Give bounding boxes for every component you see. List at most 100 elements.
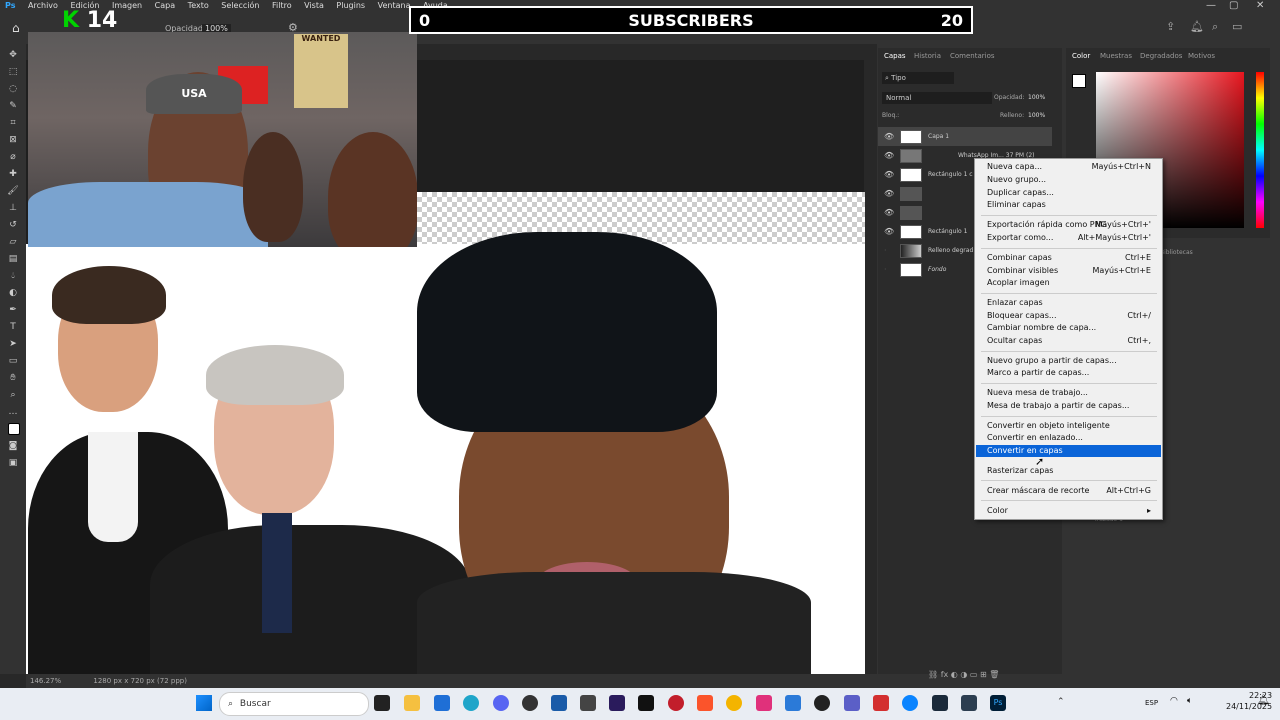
tab-historia[interactable]: Historia — [914, 52, 941, 60]
menu-archivo[interactable]: Archivo — [23, 0, 63, 12]
box-app-icon[interactable] — [785, 695, 801, 711]
file-explorer-icon[interactable] — [404, 695, 420, 711]
monitor-app-icon[interactable] — [551, 695, 567, 711]
volume-icon[interactable]: 🔈︎ — [1187, 696, 1192, 706]
path-select-tool-icon[interactable]: ➤ — [6, 338, 20, 350]
blur-tool-icon[interactable]: 💧︎ — [6, 270, 20, 282]
eye-icon[interactable]: 👁︎ — [884, 222, 894, 241]
menu-item[interactable]: Nueva mesa de trabajo... — [976, 387, 1161, 399]
healing-tool-icon[interactable]: ✚ — [6, 168, 20, 180]
dodge-tool-icon[interactable]: ◐ — [6, 287, 20, 299]
gamepad-icon[interactable] — [814, 695, 830, 711]
menu-item[interactable]: Rasterizar capas — [976, 465, 1161, 477]
hue-slider[interactable] — [1256, 72, 1264, 228]
menu-item[interactable]: Eliminar capas — [976, 199, 1161, 211]
menu-item[interactable]: Nuevo grupo a partir de capas... — [976, 355, 1161, 367]
layer-row[interactable]: 👁︎ Capa 1 — [878, 127, 1052, 146]
discord-icon[interactable] — [493, 695, 509, 711]
menu-item[interactable]: Crear máscara de recorte Alt+Ctrl+G — [976, 485, 1161, 497]
tab-color[interactable]: Color — [1072, 52, 1090, 60]
fill-input[interactable]: 100% — [1028, 112, 1045, 119]
eye-icon[interactable]: 👁︎ — [884, 165, 894, 184]
quick-mask-icon[interactable]: ◙ — [6, 440, 20, 452]
eye-icon[interactable]: 👁︎ — [884, 203, 894, 222]
layer-filter[interactable]: ⌕ Tipo — [882, 72, 954, 84]
stamp-tool-icon[interactable]: ⊥ — [6, 202, 20, 214]
bell-icon[interactable]: 🔔︎ — [1190, 20, 1204, 33]
menu-item[interactable]: Duplicar capas... — [976, 187, 1161, 199]
notification-icon[interactable]: 🔔︎ — [1257, 695, 1270, 706]
menu-capa[interactable]: Capa — [150, 0, 180, 12]
zoom-tool-icon[interactable]: ⌕ — [6, 389, 20, 401]
recorder-icon[interactable] — [873, 695, 889, 711]
capcut-icon[interactable] — [756, 695, 772, 711]
marquee-tool-icon[interactable]: ⬚ — [6, 66, 20, 78]
store-icon[interactable] — [434, 695, 450, 711]
chrome-icon[interactable] — [726, 695, 742, 711]
capture-app-icon[interactable] — [580, 695, 596, 711]
maximize-icon[interactable]: ▢ — [1229, 0, 1238, 11]
move-tool-icon[interactable]: ✥ — [6, 49, 20, 61]
terminal-icon[interactable] — [638, 695, 654, 711]
eraser-tool-icon[interactable]: ▱ — [6, 236, 20, 248]
red-app-icon[interactable] — [668, 695, 684, 711]
eye-icon[interactable]: 👁︎ — [884, 184, 894, 203]
menu-item[interactable]: Combinar visibles Mayús+Ctrl+E — [976, 265, 1161, 277]
app-icon[interactable] — [522, 695, 538, 711]
tab-degradados[interactable]: Degradados — [1140, 52, 1182, 60]
brush-tool-icon[interactable]: 🖌︎ — [6, 185, 20, 197]
menu-item[interactable]: Acoplar imagen — [976, 277, 1161, 289]
home-icon[interactable]: ⌂ — [12, 21, 20, 35]
share-icon[interactable]: ⇪ — [1166, 20, 1175, 33]
menu-item[interactable]: Convertir en enlazado... — [976, 432, 1161, 444]
menu-item[interactable]: Convertir en objeto inteligente — [976, 420, 1161, 432]
menu-filtro[interactable]: Filtro — [267, 0, 297, 12]
layer-opacity-input[interactable]: 100% — [1028, 94, 1045, 101]
hand-tool-icon[interactable]: ✋︎ — [6, 372, 20, 384]
menu-seleccion[interactable]: Selección — [216, 0, 264, 12]
menu-plugins[interactable]: Plugins — [331, 0, 370, 12]
tab-capas[interactable]: Capas — [884, 52, 906, 60]
pen-tool-icon[interactable]: ✒ — [6, 304, 20, 316]
green-app-icon[interactable] — [961, 695, 977, 711]
tab-muestras[interactable]: Muestras — [1100, 52, 1132, 60]
menu-vista[interactable]: Vista — [299, 0, 329, 12]
lasso-tool-icon[interactable]: ◌ — [6, 83, 20, 95]
chevron-up-icon[interactable]: ⌃ — [1057, 697, 1065, 707]
menu-item[interactable]: Exportar como... Alt+Mayús+Ctrl+' — [976, 232, 1161, 244]
premiere-icon[interactable] — [609, 695, 625, 711]
edge-icon[interactable] — [463, 695, 479, 711]
menu-texto[interactable]: Texto — [183, 0, 214, 12]
bibliotecas-tab[interactable]: Bibliotecas — [1160, 249, 1193, 256]
menu-item[interactable]: Bloquear capas... Ctrl+/ — [976, 310, 1161, 322]
foreground-color-swatch[interactable] — [1072, 74, 1086, 88]
frame-tool-icon[interactable]: ⊠ — [6, 134, 20, 146]
windows-start-icon[interactable] — [196, 695, 212, 711]
tab-motivos[interactable]: Motivos — [1188, 52, 1215, 60]
minimize-icon[interactable]: — — [1206, 0, 1216, 11]
brave-icon[interactable] — [697, 695, 713, 711]
close-icon[interactable]: ✕ — [1256, 0, 1264, 11]
blend-mode-select[interactable]: Normal — [882, 92, 992, 104]
menu-item[interactable]: Color ▸ — [976, 505, 1161, 517]
menu-item[interactable]: Nuevo grupo... — [976, 174, 1161, 186]
color-swatch-icon[interactable] — [8, 423, 20, 435]
menu-item[interactable]: Nueva capa... Mayús+Ctrl+N — [976, 161, 1161, 173]
eye-icon[interactable]: 👁︎ — [884, 127, 894, 146]
dark-app-icon[interactable] — [932, 695, 948, 711]
teams-icon[interactable] — [844, 695, 860, 711]
taskbar-search[interactable]: ⌕ Buscar — [219, 692, 369, 716]
menu-item[interactable]: Exportación rápida como PNG Mayús+Ctrl+' — [976, 219, 1161, 231]
tab-comentarios[interactable]: Comentarios — [950, 52, 995, 60]
menu-item[interactable]: Ocultar capas Ctrl+, — [976, 335, 1161, 347]
menu-item-selected[interactable]: Convertir en capas — [976, 445, 1161, 457]
history-brush-tool-icon[interactable]: ↺ — [6, 219, 20, 231]
blue-app-icon[interactable] — [902, 695, 918, 711]
eye-icon[interactable]: · — [884, 260, 894, 279]
gradient-tool-icon[interactable]: ▤ — [6, 253, 20, 265]
eye-icon[interactable]: · — [884, 241, 894, 260]
search-icon[interactable]: ⌕ — [1212, 20, 1218, 34]
menu-item[interactable]: Mesa de trabajo a partir de capas... — [976, 400, 1161, 412]
crop-tool-icon[interactable]: ⌗ — [6, 117, 20, 129]
shape-tool-icon[interactable]: ▭ — [6, 355, 20, 367]
